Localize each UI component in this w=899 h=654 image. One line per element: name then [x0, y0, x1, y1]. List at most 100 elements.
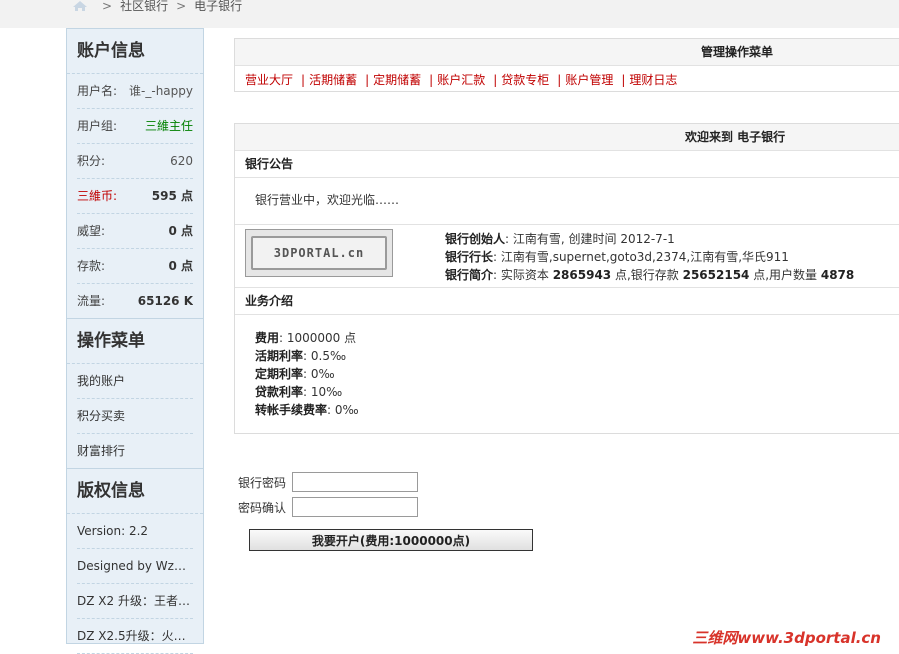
breadcrumb: > 社区银行 > 电子银行 — [72, 0, 242, 14]
account-row-label: 流量: — [77, 294, 106, 308]
biz-value: : 1000000 点 — [279, 331, 357, 345]
breadcrumb-separator: > — [176, 0, 187, 13]
sidebar-link-wealth-rank[interactable]: 财富排行 — [77, 434, 193, 468]
intro-prefix: : 实际资本 — [493, 268, 553, 282]
menu-link-loans[interactable]: 贷款专柜 — [501, 73, 549, 87]
menu-divider: | — [301, 73, 306, 87]
welcome-title: 欢迎来到 电子银行 — [235, 124, 899, 151]
copyright-version: Version: 2.2 — [77, 514, 193, 549]
open-account-button[interactable]: 我要开户(费用:1000000点) — [249, 529, 533, 551]
ops-menu-title: 操作菜单 — [67, 319, 203, 364]
account-row-prestige: 威望: 0 点 — [77, 214, 193, 249]
confirm-password-input[interactable] — [292, 497, 418, 517]
account-row-value: 65126 K — [137, 294, 193, 308]
confirm-row: 密码确认 — [238, 495, 418, 519]
intro-mid: 点,银行存款 — [611, 268, 683, 282]
sidebar: 账户信息 用户名: 谁-_-happy 用户组: 三維主任 积分: 620 三維… — [66, 28, 204, 654]
menu-divider: | — [365, 73, 370, 87]
governor-label: 银行行长 — [445, 250, 494, 264]
breadcrumb-separator: > — [102, 0, 113, 13]
top-bar: > 社区银行 > 电子银行 — [0, 0, 899, 28]
open-account-form: 银行密码 密码确认 — [238, 470, 418, 520]
biz-value: : 0‰ — [303, 367, 335, 381]
account-row-value: 三維主任 — [144, 119, 193, 133]
bank-logo: 3DPORTAL.cn — [245, 229, 393, 277]
biz-label: 费用 — [255, 331, 280, 345]
bank-info: 3DPORTAL.cn 银行创始人: 江南有雪, 创建时间 2012-7-1 银… — [235, 225, 899, 288]
account-row-value: 595 点 — [151, 189, 193, 203]
account-row-points: 积分: 620 — [77, 144, 193, 179]
account-row-traffic: 流量: 65126 K — [77, 284, 193, 318]
menu-divider: | — [493, 73, 498, 87]
menu-link-remittance[interactable]: 账户汇款 — [437, 73, 485, 87]
copyright-title: 版权信息 — [67, 469, 203, 514]
ops-menu-section: 操作菜单 我的账户 积分买卖 财富排行 — [67, 318, 203, 468]
confirm-label: 密码确认 — [238, 500, 287, 515]
governor-value: : 江南有雪,supernet,goto3d,2374,江南有雪,华氏911 — [493, 250, 789, 264]
intro-label: 银行简介 — [445, 268, 494, 282]
account-row-label: 用户名: — [77, 84, 118, 98]
users-value: 4878 — [820, 268, 855, 282]
bank-logo-text: 3DPORTAL.cn — [251, 236, 387, 270]
sidebar-link-points-trade[interactable]: 积分买卖 — [77, 399, 193, 434]
menu-link-finance-log[interactable]: 理财日志 — [629, 73, 677, 87]
biz-details: 费用: 1000000 点 活期利率: 0.5‰ 定期利率: 0‰ 贷款利率: … — [235, 315, 899, 419]
biz-label: 活期利率 — [255, 349, 304, 363]
account-row-label: 积分: — [77, 154, 106, 168]
founder-value: : 江南有雪, 创建时间 2012-7-1 — [505, 232, 675, 246]
account-info-title: 账户信息 — [67, 29, 203, 74]
manage-menu-title: 管理操作菜单 — [235, 39, 899, 66]
deposits-value: 25652154 — [682, 268, 750, 282]
biz-row-transfer-fee: 转帐手续费率: 0‰ — [255, 401, 899, 419]
biz-row-fixed-rate: 定期利率: 0‰ — [255, 365, 899, 383]
menu-link-account-manage[interactable]: 账户管理 — [565, 73, 613, 87]
account-row-value: 620 — [170, 154, 193, 168]
account-row-label: 存款: — [77, 259, 106, 273]
intro-line: 银行简介: 实际资本 2865943 点,银行存款 25652154 点,用户数… — [445, 266, 854, 284]
notice-title: 银行公告 — [235, 151, 899, 178]
manage-menu-links: 营业大厅 | 活期储蓄 | 定期储蓄 | 账户汇款 | 贷款专柜 | 账户管理 | 理财日志 — [235, 66, 899, 88]
account-row-deposit: 存款: 0 点 — [77, 249, 193, 284]
menu-link-fixed-savings[interactable]: 定期储蓄 — [373, 73, 421, 87]
watermark: 三维网www.3dportal.cn — [692, 629, 881, 647]
biz-label: 转帐手续费率 — [255, 403, 328, 417]
bank-password-input[interactable] — [292, 472, 418, 492]
copyright-designer: Designed by Wz20… — [77, 549, 193, 584]
menu-divider: | — [429, 73, 434, 87]
biz-row-demand-rate: 活期利率: 0.5‰ — [255, 347, 899, 365]
intro-mid2: 点,用户数量 — [749, 268, 821, 282]
home-icon[interactable] — [72, 0, 88, 12]
manage-menu-panel: 管理操作菜单 营业大厅 | 活期储蓄 | 定期储蓄 | 账户汇款 | 贷款专柜 | 账户管理 | 理财日… — [234, 38, 899, 92]
copyright-section: 版权信息 Version: 2.2 Designed by Wz20… DZ X… — [67, 468, 203, 654]
copyright-x25-upgrade: DZ X2.5升级：火舞… — [77, 619, 193, 654]
biz-label: 定期利率 — [255, 367, 304, 381]
capital-value: 2865943 — [552, 268, 612, 282]
menu-link-demand-savings[interactable]: 活期储蓄 — [309, 73, 357, 87]
biz-row-fee: 费用: 1000000 点 — [255, 329, 899, 347]
notice-text: 银行营业中，欢迎光临…… — [235, 178, 899, 225]
breadcrumb-ebank[interactable]: 电子银行 — [194, 0, 242, 14]
account-row-label: 三維币: — [77, 189, 118, 203]
founder-line: 银行创始人: 江南有雪, 创建时间 2012-7-1 — [445, 230, 854, 248]
menu-divider: | — [557, 73, 562, 87]
account-row-value: 0 点 — [168, 224, 193, 238]
password-row: 银行密码 — [238, 470, 418, 494]
account-row-value: 谁-_-happy — [129, 84, 193, 98]
account-row-label: 威望: — [77, 224, 106, 238]
copyright-x2-upgrade: DZ X2 升级：王者… — [77, 584, 193, 619]
account-row-coins: 三維币: 595 点 — [77, 179, 193, 214]
account-row-username: 用户名: 谁-_-happy — [77, 74, 193, 109]
biz-value: : 0.5‰ — [303, 349, 347, 363]
account-row-value: 0 点 — [168, 259, 193, 273]
menu-link-lobby[interactable]: 营业大厅 — [245, 73, 293, 87]
menu-divider: | — [621, 73, 626, 87]
biz-row-loan-rate: 贷款利率: 10‰ — [255, 383, 899, 401]
bank-info-lines: 银行创始人: 江南有雪, 创建时间 2012-7-1 银行行长: 江南有雪,su… — [445, 230, 854, 284]
bank-main-panel: 欢迎来到 电子银行 银行公告 银行营业中，欢迎光临…… 3DPORTAL.cn … — [234, 123, 899, 434]
biz-title: 业务介绍 — [235, 288, 899, 315]
breadcrumb-community-bank[interactable]: 社区银行 — [120, 0, 168, 14]
sidebar-link-my-account[interactable]: 我的账户 — [77, 364, 193, 399]
account-row-usergroup: 用户组: 三維主任 — [77, 109, 193, 144]
biz-value: : 0‰ — [327, 403, 359, 417]
biz-label: 贷款利率 — [255, 385, 304, 399]
